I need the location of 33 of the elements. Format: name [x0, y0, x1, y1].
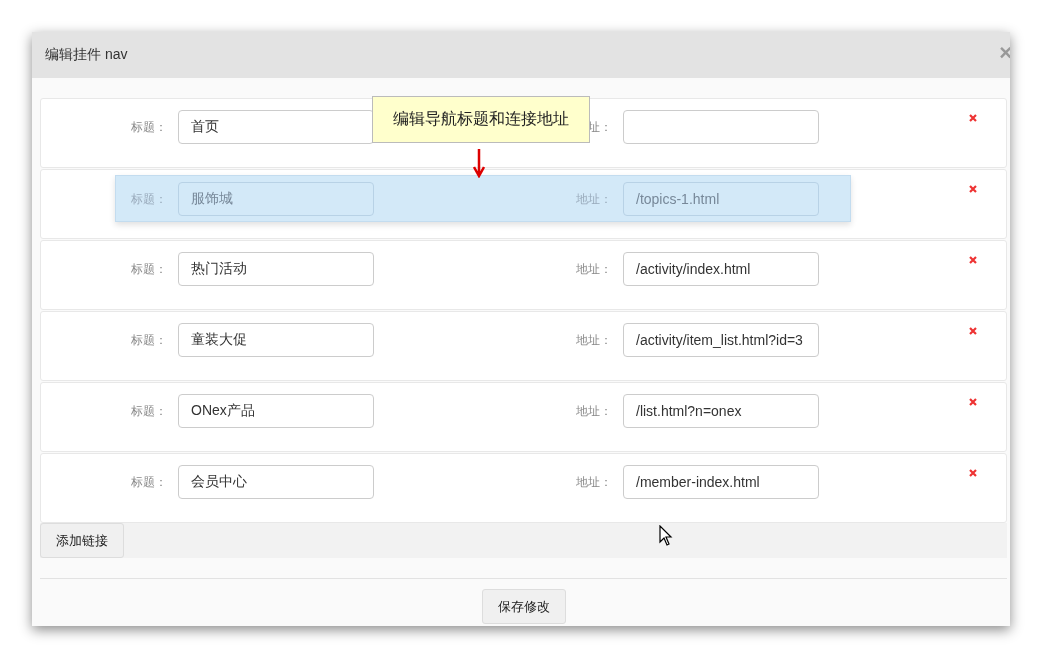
mouse-cursor-icon [659, 525, 673, 547]
title-input[interactable]: 童装大促 [178, 322, 374, 357]
url-label: 地址： [576, 192, 612, 206]
url-label: 地址： [576, 333, 612, 347]
url-input[interactable]: /activity/index.html [623, 251, 819, 286]
delete-icon[interactable] [969, 469, 977, 477]
delete-icon[interactable] [969, 327, 977, 335]
title-input[interactable]: 热门活动 [178, 251, 374, 286]
url-input[interactable]: /member-index.html [623, 464, 819, 499]
url-input[interactable]: /list.html?n=onex [623, 393, 819, 428]
title-input[interactable]: ONex产品 [178, 393, 374, 428]
delete-icon[interactable] [969, 114, 977, 122]
save-button[interactable]: 保存修改 [481, 589, 566, 624]
down-arrow-icon [473, 148, 485, 178]
delete-icon[interactable] [969, 398, 977, 406]
title-input[interactable]: 会员中心 [178, 464, 374, 499]
tooltip: 编辑导航标题和连接地址 [372, 96, 590, 143]
delete-icon[interactable] [969, 185, 977, 193]
url-label: 地址： [576, 475, 612, 489]
delete-icon[interactable] [969, 256, 977, 264]
dialog-title: 编辑挂件 nav [45, 46, 128, 64]
url-label: 地址： [576, 404, 612, 418]
url-input[interactable] [623, 109, 819, 144]
title-label: 标题： [131, 475, 167, 489]
add-link-button[interactable]: 添加链接 [40, 523, 124, 558]
title-label: 标题： [131, 192, 167, 206]
url-label: 地址： [576, 262, 612, 276]
title-label: 标题： [131, 404, 167, 418]
title-label: 标题： [131, 120, 167, 134]
title-label: 标题： [131, 333, 167, 347]
url-input[interactable]: /activity/item_list.html?id=3 [623, 322, 819, 357]
title-input[interactable]: 首页 [178, 109, 374, 144]
title-label: 标题： [131, 262, 167, 276]
